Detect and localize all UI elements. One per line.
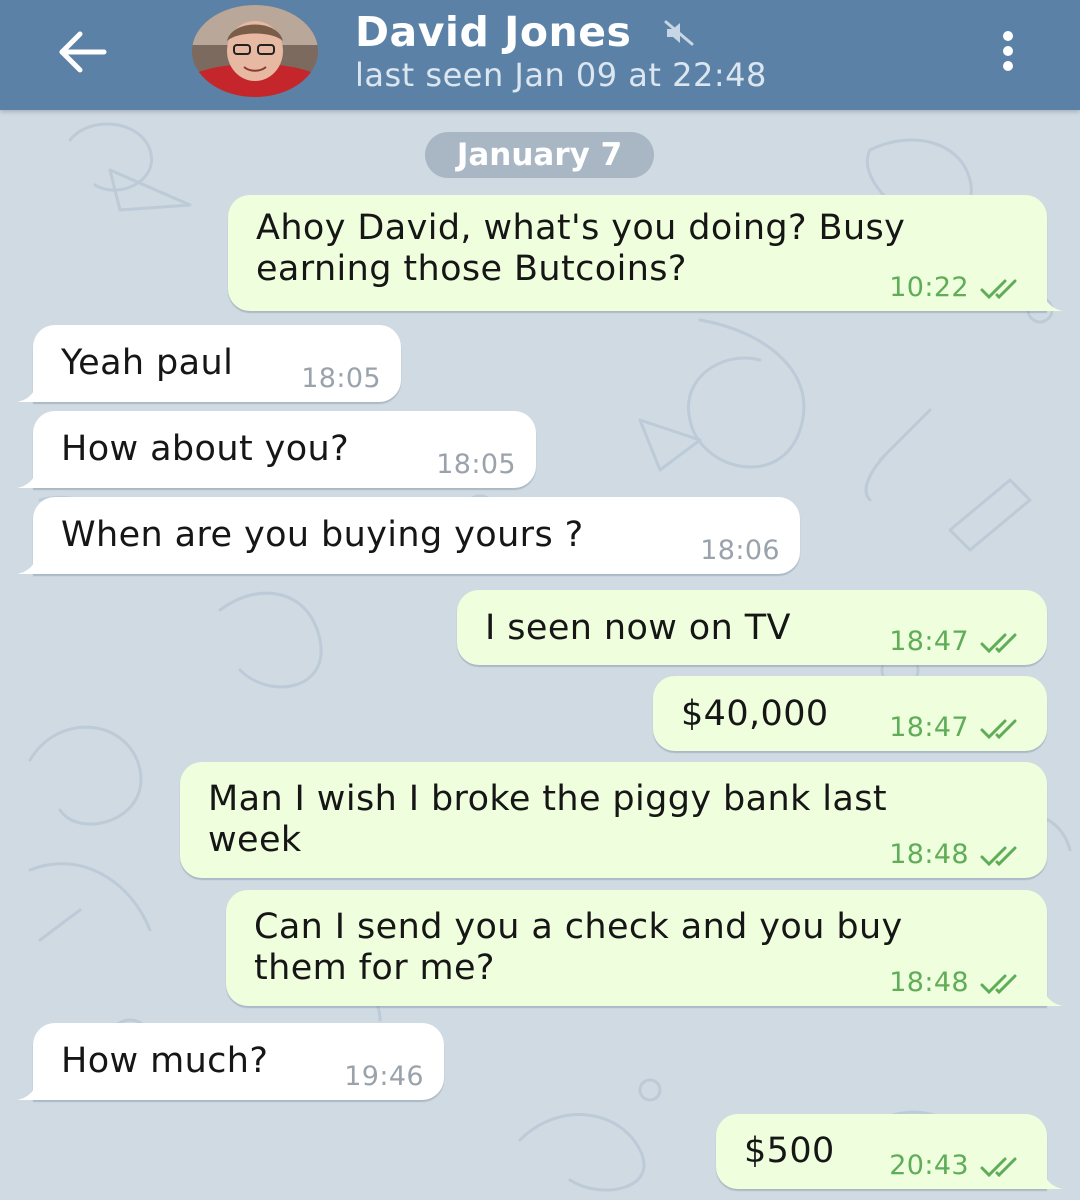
message-text: $40,000: [681, 694, 829, 734]
message-text: How about you?: [61, 429, 350, 469]
bubble-tail: [1043, 1169, 1063, 1189]
message-text: Ahoy David, what's you doing? Busy: [256, 208, 906, 248]
message-text: $500: [744, 1131, 835, 1171]
message-bubble-incoming[interactable]: When are you buying yours ? 18:06: [17, 497, 800, 574]
message-meta: 18:48: [889, 839, 1027, 870]
muted-speaker-icon: [664, 20, 694, 46]
double-check-icon: [980, 974, 1017, 994]
message-bubble-outgoing[interactable]: I seen now on TV 18:47: [457, 590, 1047, 665]
bubble-tail: [17, 554, 37, 574]
double-check-icon: [980, 719, 1017, 739]
message-meta: 10:22: [889, 272, 1027, 303]
message-text: them for me?: [254, 948, 495, 988]
message-meta: 18:47: [889, 626, 1027, 657]
bubble-tail: [17, 468, 37, 488]
message-bubble-outgoing[interactable]: $500 20:43: [716, 1114, 1063, 1189]
message-time: 18:05: [436, 449, 516, 480]
message-time: 18:05: [301, 363, 381, 394]
bubble-tail: [17, 1080, 37, 1100]
message-time: 18:48: [889, 839, 969, 870]
bubble-tail: [17, 382, 37, 402]
message-text: When are you buying yours ?: [61, 515, 584, 555]
double-check-icon: [980, 846, 1017, 866]
message-time: 10:22: [889, 272, 969, 303]
message-text: I seen now on TV: [485, 608, 791, 648]
bubble-tail: [1043, 291, 1063, 311]
message-text: Yeah paul: [61, 343, 234, 383]
more-vertical-icon[interactable]: [990, 28, 1026, 74]
message-text: week: [208, 820, 302, 860]
message-meta: 20:43: [889, 1150, 1027, 1181]
message-text: Man I wish I broke the piggy bank last: [208, 779, 888, 819]
message-text: earning those Butcoins?: [256, 249, 687, 289]
date-separator: January 7: [425, 132, 654, 178]
message-time: 18:47: [889, 626, 969, 657]
message-bubble-outgoing[interactable]: Ahoy David, what's you doing? Busy earni…: [228, 195, 1063, 311]
double-check-icon: [980, 1157, 1017, 1177]
avatar[interactable]: [192, 5, 318, 97]
message-bubble-outgoing[interactable]: $40,000 18:47: [653, 676, 1047, 751]
chat-title[interactable]: David Jones: [355, 8, 631, 56]
message-text: How much?: [61, 1041, 269, 1081]
message-bubble-outgoing[interactable]: Man I wish I broke the piggy bank last w…: [180, 762, 1047, 878]
last-seen-status: last seen Jan 09 at 22:48: [355, 56, 767, 94]
message-bubble-outgoing[interactable]: Can I send you a check and you buy them …: [226, 890, 1063, 1006]
message-meta: 18:47: [889, 712, 1027, 743]
double-check-icon: [980, 279, 1017, 299]
message-time: 18:48: [889, 967, 969, 998]
chat-header: David Jones last seen Jan 09 at 22:48: [0, 0, 1080, 110]
message-text: Can I send you a check and you buy: [254, 907, 903, 947]
message-meta: 18:48: [889, 967, 1027, 998]
message-time: 18:06: [700, 535, 780, 566]
message-bubble-incoming[interactable]: How about you? 18:05: [17, 411, 536, 488]
arrow-left-icon[interactable]: [52, 26, 114, 78]
message-bubble-incoming[interactable]: Yeah paul 18:05: [17, 325, 401, 402]
message-bubble-incoming[interactable]: How much? 19:46: [17, 1023, 444, 1100]
bubble-tail: [1043, 986, 1063, 1006]
message-time: 18:47: [889, 712, 969, 743]
message-time: 19:46: [344, 1061, 424, 1092]
double-check-icon: [980, 633, 1017, 653]
message-time: 20:43: [889, 1150, 969, 1181]
